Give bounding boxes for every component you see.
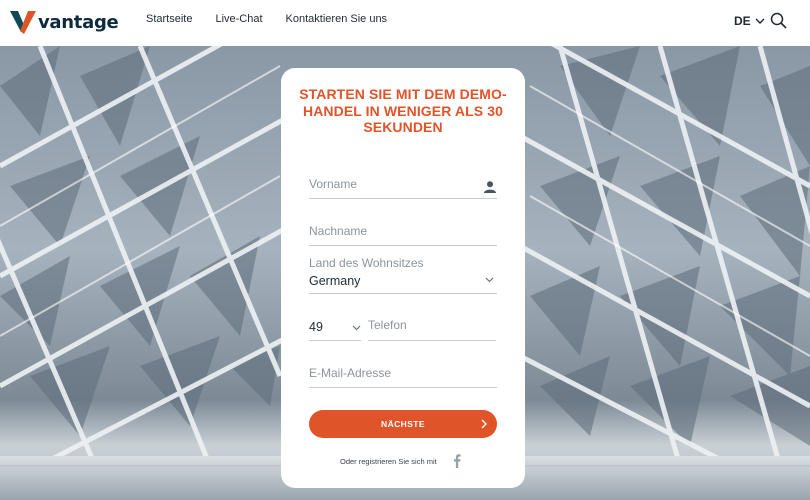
last-name-placeholder: Nachname — [309, 224, 368, 238]
user-icon — [484, 181, 496, 193]
phone-code-value: 49 — [309, 320, 323, 334]
chevron-down-icon — [485, 277, 494, 283]
phone-code-select[interactable]: 49 — [309, 319, 361, 341]
chevron-down-icon — [352, 325, 361, 331]
main-nav: Startseite Live-Chat Kontaktieren Sie un… — [146, 13, 410, 25]
facebook-icon[interactable] — [453, 454, 461, 468]
country-value: Germany — [309, 274, 361, 288]
logo[interactable]: vantage — [10, 10, 119, 34]
logo-mark — [10, 11, 36, 34]
nav-item-live-chat[interactable]: Live-Chat — [215, 13, 262, 25]
search-button[interactable] — [770, 12, 788, 35]
form-title: STARTEN SIE MIT DEM DEMO-HANDEL IN WENIG… — [299, 86, 507, 135]
next-button-label: NÄCHSTE — [381, 419, 425, 429]
registration-card: STARTEN SIE MIT DEM DEMO-HANDEL IN WENIG… — [281, 68, 525, 488]
country-label: Land des Wohnsitzes — [309, 256, 424, 270]
language-label: DE — [734, 14, 751, 28]
next-button[interactable]: NÄCHSTE — [309, 410, 497, 438]
first-name-placeholder: Vorname — [309, 177, 358, 191]
search-icon — [770, 12, 787, 29]
last-name-field[interactable]: Nachname — [309, 222, 497, 246]
phone-placeholder: Telefon — [368, 318, 407, 332]
language-selector[interactable]: DE — [734, 14, 765, 28]
email-field[interactable]: E-Mail-Adresse — [309, 364, 497, 388]
nav-item-kontakt[interactable]: Kontaktieren Sie uns — [286, 13, 388, 25]
email-placeholder: E-Mail-Adresse — [309, 366, 392, 380]
logo-text: vantage — [38, 12, 119, 33]
social-signup-text: Oder registrieren Sie sich mit — [340, 457, 437, 466]
nav-item-startseite[interactable]: Startseite — [146, 13, 192, 25]
chevron-right-icon — [481, 419, 487, 429]
chevron-down-icon — [755, 18, 765, 24]
country-select[interactable]: Land des Wohnsitzes Germany — [309, 256, 497, 294]
first-name-field[interactable]: Vorname — [309, 175, 497, 199]
phone-field[interactable]: Telefon — [368, 317, 496, 341]
site-header: vantage Startseite Live-Chat Kontaktiere… — [0, 0, 810, 46]
